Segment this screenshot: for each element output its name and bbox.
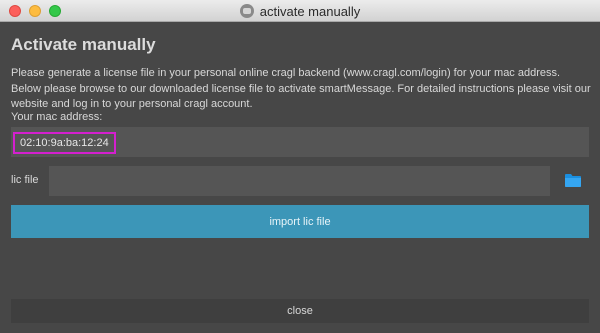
dialog-heading: Activate manually: [11, 35, 156, 54]
title-bar: activate manually: [0, 0, 600, 22]
activate-manually-window: activate manually Activate manually Plea…: [0, 0, 600, 333]
close-button[interactable]: close: [11, 299, 589, 323]
import-lic-file-button[interactable]: import lic file: [11, 205, 589, 238]
lic-file-label: lic file: [11, 174, 39, 186]
folder-icon[interactable]: [565, 173, 581, 187]
mac-address-label: Your mac address:: [11, 111, 103, 123]
mac-address-value[interactable]: 02:10:9a:ba:12:24: [13, 132, 116, 154]
mac-address-field[interactable]: 02:10:9a:ba:12:24: [11, 127, 589, 157]
window-title-group: activate manually: [0, 3, 600, 19]
instructions-text: Please generate a license file in your p…: [11, 67, 591, 110]
close-button-label: close: [287, 305, 313, 317]
lic-file-input[interactable]: [49, 166, 550, 196]
window-title: activate manually: [259, 3, 361, 19]
import-button-label: import lic file: [269, 215, 331, 228]
app-icon: [239, 4, 254, 18]
